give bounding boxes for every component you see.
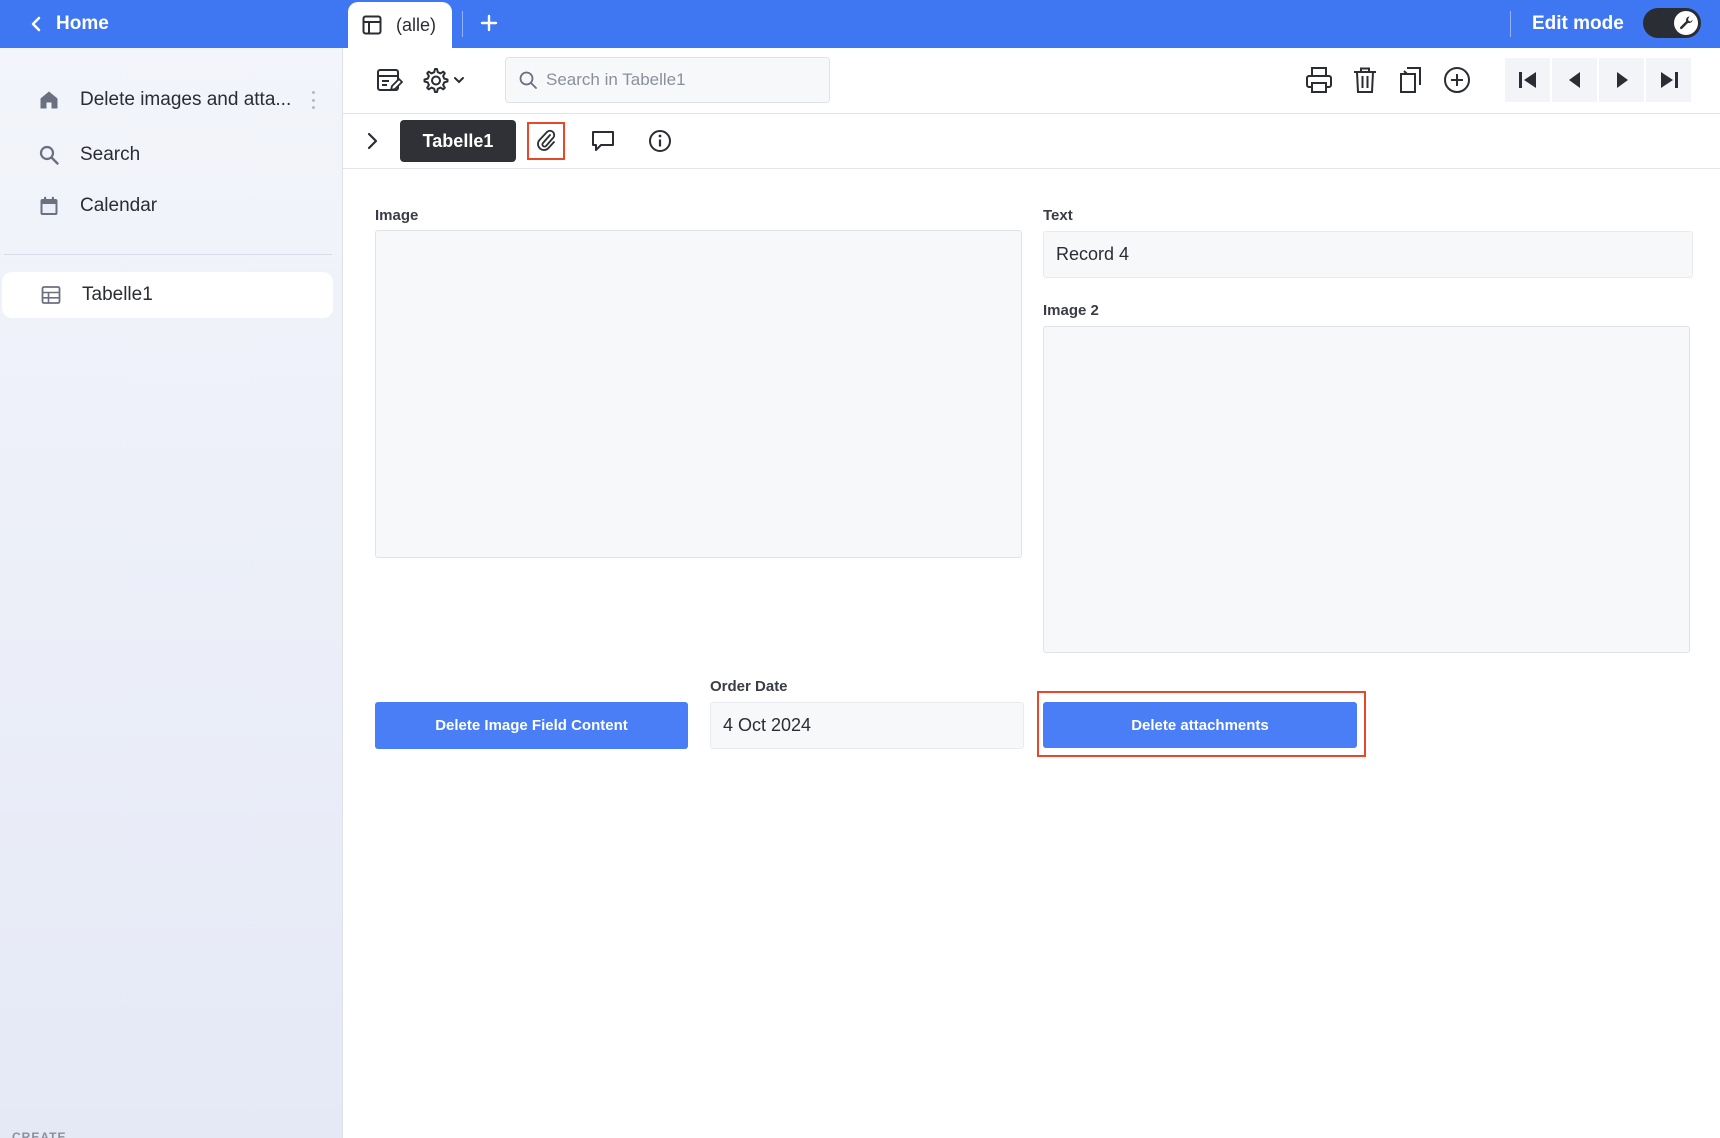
comment-icon (592, 131, 614, 151)
sidebar-divider (4, 254, 332, 255)
info-icon (649, 130, 671, 152)
image-field-label: Image (375, 207, 419, 224)
image2-field-label: Image 2 (1043, 302, 1099, 319)
sidebar-item-label: Search (80, 144, 141, 165)
delete-image-field-content-button[interactable]: Delete Image Field Content (375, 702, 688, 749)
calendar-icon (38, 195, 60, 217)
print-icon (1306, 67, 1332, 93)
comments-button[interactable] (584, 122, 622, 160)
delete-attachments-button[interactable]: Delete attachments (1043, 702, 1357, 748)
top-bar: Home (alle) Edit mode (0, 0, 1720, 48)
expand-panel-button[interactable] (357, 126, 387, 156)
add-icon (1444, 67, 1470, 93)
plus-icon (480, 14, 498, 32)
info-button[interactable] (641, 122, 679, 160)
edit-mode-toggle[interactable] (1643, 8, 1701, 38)
sidebar-item-tabelle1[interactable]: Tabelle1 (2, 272, 333, 318)
edit-mode-label: Edit mode (1532, 13, 1624, 34)
edit-layout-icon (377, 69, 403, 91)
sidebar-item-app[interactable]: Delete images and atta... (0, 77, 331, 123)
last-record-button[interactable] (1646, 58, 1691, 102)
text-field-label: Text (1043, 207, 1073, 224)
wrench-icon (1679, 16, 1693, 30)
sidebar-item-label: Calendar (80, 195, 158, 216)
table-icon (362, 15, 382, 35)
table-name-tab[interactable]: Tabelle1 (400, 120, 516, 162)
topbar-divider (1510, 11, 1511, 37)
delete-icon (1354, 67, 1376, 93)
home-label: Home (56, 13, 109, 34)
chevron-down-icon (454, 77, 464, 84)
tab-divider (462, 11, 463, 37)
order-date-label: Order Date (710, 678, 788, 695)
tab-alle[interactable]: (alle) (348, 2, 452, 48)
tab-label: (alle) (396, 14, 437, 35)
sidebar-item-search[interactable]: Search (0, 132, 331, 178)
order-date-field[interactable]: 4 Oct 2024 (710, 702, 1024, 749)
sidebar: Delete images and atta... Search Calenda… (0, 48, 343, 1138)
previous-record-button[interactable] (1552, 58, 1597, 102)
sidebar-create-section: CREATE (12, 1130, 67, 1138)
sidebar-app-name: Delete images and atta... (80, 89, 292, 110)
previous-record-icon (1568, 72, 1580, 88)
more-options-icon[interactable] (309, 89, 317, 111)
toggle-knob (1674, 11, 1698, 35)
last-record-icon (1660, 72, 1678, 88)
first-record-icon (1518, 72, 1536, 88)
paperclip-icon (537, 129, 556, 151)
search-icon (519, 71, 537, 89)
add-record-button[interactable] (1439, 62, 1475, 98)
settings-dropdown-button[interactable] (415, 62, 471, 98)
settings-icon (423, 68, 449, 93)
record-toolbar (343, 48, 1720, 114)
search-input[interactable] (546, 70, 816, 90)
first-record-button[interactable] (1505, 58, 1550, 102)
table-icon (40, 284, 62, 306)
delete-record-button[interactable] (1347, 62, 1383, 98)
image-field[interactable] (375, 230, 1022, 558)
next-record-button[interactable] (1599, 58, 1644, 102)
next-record-icon (1616, 72, 1628, 88)
chevron-right-icon (367, 132, 378, 150)
edit-layout-button[interactable] (371, 62, 407, 98)
duplicate-icon (1400, 67, 1421, 93)
search-icon (38, 144, 60, 166)
add-tab-button[interactable] (474, 8, 504, 38)
duplicate-record-button[interactable] (1393, 62, 1429, 98)
print-button[interactable] (1301, 62, 1337, 98)
home-link[interactable]: Home (30, 0, 109, 48)
home-icon (38, 89, 60, 111)
sidebar-item-calendar[interactable]: Calendar (0, 183, 331, 229)
text-field[interactable]: Record 4 (1043, 231, 1693, 278)
record-subbar: Tabelle1 (343, 114, 1720, 169)
attachments-button[interactable] (527, 122, 565, 160)
sidebar-item-label: Tabelle1 (82, 284, 153, 305)
chevron-left-icon (31, 16, 41, 32)
search-box (505, 57, 830, 103)
image2-field[interactable] (1043, 326, 1690, 653)
